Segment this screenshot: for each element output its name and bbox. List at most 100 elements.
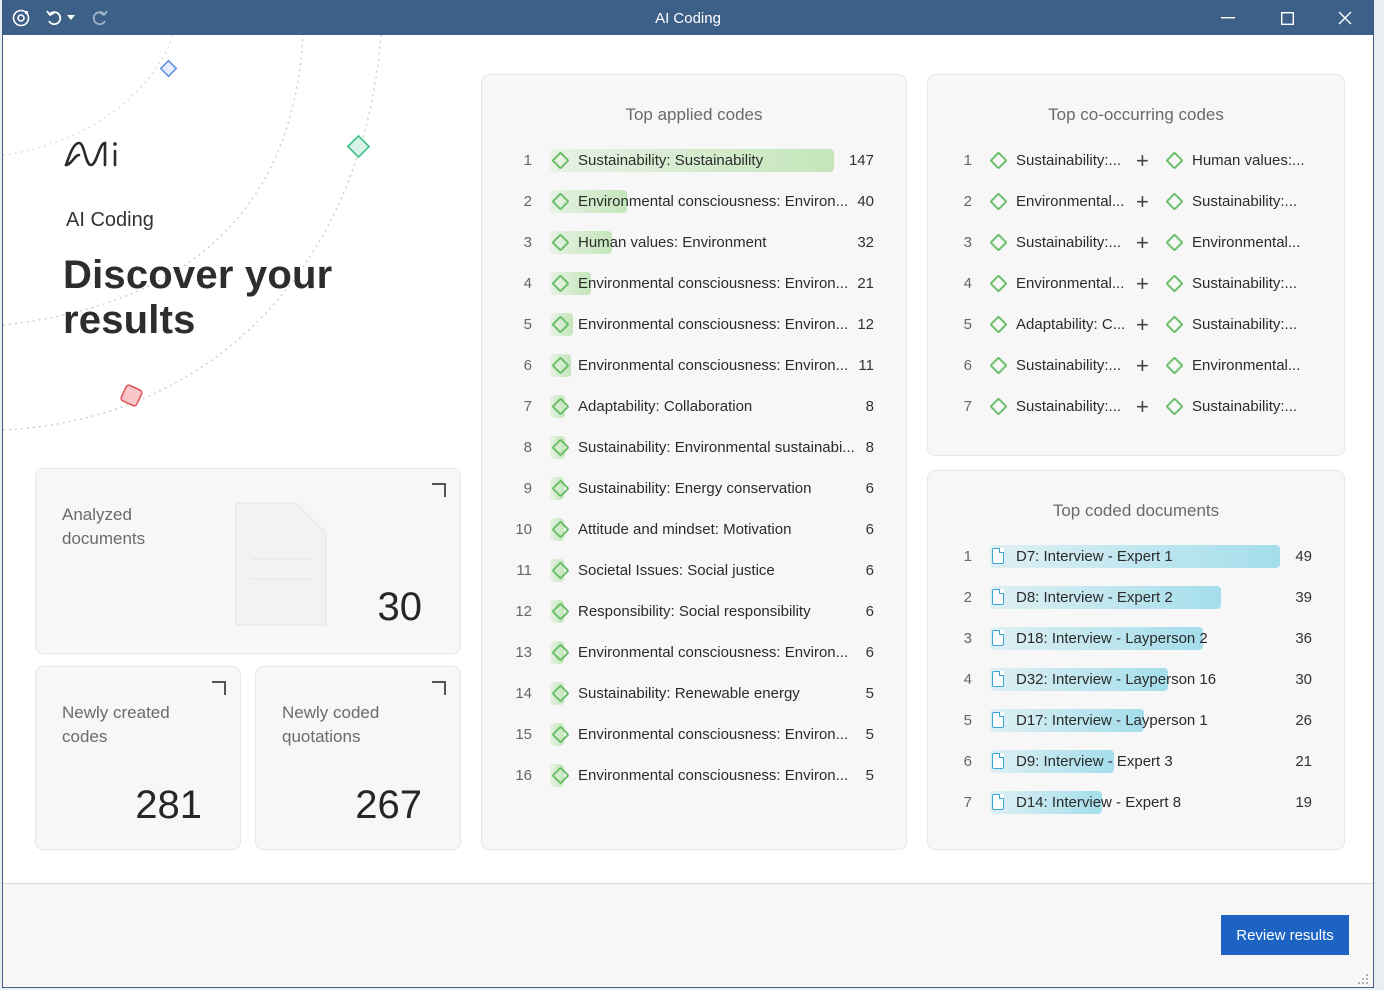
applied-code-row[interactable]: 3 Human values: Environment 32 bbox=[482, 229, 906, 257]
code-count: 147 bbox=[848, 152, 874, 169]
applied-code-row[interactable]: 13 Environmental consciousness: Environ..… bbox=[482, 639, 906, 667]
document-count: 39 bbox=[1295, 589, 1312, 606]
document-row[interactable]: 2 D8: Interview - Expert 2 39 bbox=[928, 584, 1344, 612]
applied-code-row[interactable]: 5 Environmental consciousness: Environ...… bbox=[482, 311, 906, 339]
row-rank: 10 bbox=[515, 521, 532, 538]
code-count: 6 bbox=[865, 480, 874, 497]
applied-code-row[interactable]: 7 Adaptability: Collaboration 8 bbox=[482, 393, 906, 421]
code-count: 6 bbox=[865, 562, 874, 579]
row-rank: 3 bbox=[963, 630, 972, 647]
document-label: D32: Interview - Layperson 16 bbox=[1016, 671, 1217, 688]
analyzed-documents-card[interactable]: Analyzed documents 30 bbox=[35, 468, 461, 654]
document-icon bbox=[992, 712, 1004, 728]
code-a-label: Sustainability:... bbox=[1016, 357, 1122, 374]
orbit-decoration bbox=[3, 35, 382, 431]
window-title: AI Coding bbox=[655, 10, 721, 27]
document-row[interactable]: 4 D32: Interview - Layperson 16 30 bbox=[928, 666, 1344, 694]
row-rank: 15 bbox=[515, 726, 532, 743]
footer-bar: Review results bbox=[3, 883, 1373, 987]
code-b-label: Environmental... bbox=[1192, 357, 1301, 374]
applied-code-row[interactable]: 1 Sustainability: Sustainability 147 bbox=[482, 147, 906, 175]
expand-corner-icon bbox=[432, 483, 446, 497]
analyzed-documents-value: 30 bbox=[377, 585, 423, 629]
code-label: Sustainability: Environmental sustainabi… bbox=[578, 439, 855, 456]
applied-code-row[interactable]: 9 Sustainability: Energy conservation 6 bbox=[482, 475, 906, 503]
review-results-button[interactable]: Review results bbox=[1221, 915, 1349, 955]
code-b-label: Sustainability:... bbox=[1192, 193, 1298, 210]
code-diamond-icon bbox=[989, 315, 1008, 334]
row-rank: 9 bbox=[523, 480, 532, 497]
code-count: 12 bbox=[857, 316, 874, 333]
document-icon bbox=[992, 589, 1004, 605]
plus-icon: + bbox=[1136, 271, 1149, 296]
code-b-label: Sustainability:... bbox=[1192, 316, 1298, 333]
cooccurrence-row[interactable]: 7 Sustainability:... + Sustainability:... bbox=[928, 393, 1344, 421]
row-rank: 5 bbox=[963, 712, 972, 729]
row-rank: 4 bbox=[963, 275, 972, 292]
code-diamond-icon bbox=[1165, 315, 1184, 334]
code-count: 8 bbox=[865, 398, 874, 415]
minimize-button[interactable] bbox=[1199, 1, 1257, 35]
row-rank: 14 bbox=[515, 685, 532, 702]
title-bar: AI Coding bbox=[3, 1, 1373, 35]
newly-coded-quotations-card[interactable]: Newly coded quotations 267 bbox=[255, 666, 461, 850]
code-diamond-icon bbox=[1165, 356, 1184, 375]
code-a-label: Sustainability:... bbox=[1016, 152, 1122, 169]
row-rank: 2 bbox=[963, 589, 972, 606]
document-row[interactable]: 3 D18: Interview - Layperson 2 36 bbox=[928, 625, 1344, 653]
code-diamond-icon bbox=[1165, 274, 1184, 293]
row-rank: 16 bbox=[515, 767, 532, 784]
code-label: Environmental consciousness: Environ... bbox=[578, 726, 849, 743]
applied-code-row[interactable]: 10 Attitude and mindset: Motivation 6 bbox=[482, 516, 906, 544]
document-row[interactable]: 6 D9: Interview - Expert 3 21 bbox=[928, 748, 1344, 776]
applied-code-row[interactable]: 4 Environmental consciousness: Environ...… bbox=[482, 270, 906, 298]
code-diamond-icon bbox=[989, 192, 1008, 211]
resize-grip-icon[interactable] bbox=[1357, 973, 1369, 985]
maximize-button[interactable] bbox=[1258, 1, 1316, 35]
applied-code-row[interactable]: 11 Societal Issues: Social justice 6 bbox=[482, 557, 906, 585]
applied-code-row[interactable]: 2 Environmental consciousness: Environ...… bbox=[482, 188, 906, 216]
close-button[interactable] bbox=[1316, 1, 1373, 35]
code-count: 5 bbox=[865, 767, 874, 784]
analyzed-documents-label: Analyzed documents bbox=[62, 505, 146, 548]
code-diamond-icon bbox=[989, 397, 1008, 416]
document-icon bbox=[992, 794, 1004, 810]
cooccurrence-row[interactable]: 2 Environmental... + Sustainability:... bbox=[928, 188, 1344, 216]
code-b-label: Sustainability:... bbox=[1192, 398, 1298, 415]
row-rank: 6 bbox=[963, 753, 972, 770]
newly-created-codes-card[interactable]: Newly created codes 281 bbox=[35, 666, 241, 850]
cooccurrence-row[interactable]: 6 Sustainability:... + Environmental... bbox=[928, 352, 1344, 380]
applied-code-row[interactable]: 12 Responsibility: Social responsibility 6 bbox=[482, 598, 906, 626]
document-icon bbox=[992, 753, 1004, 769]
top-applied-codes-panel: Top applied codes 1 Sustainability: Susta… bbox=[481, 74, 907, 850]
document-row[interactable]: 1 D7: Interview - Expert 1 49 bbox=[928, 543, 1344, 571]
cooccurrence-row[interactable]: 5 Adaptability: C... + Sustainability:... bbox=[928, 311, 1344, 339]
code-count: 6 bbox=[865, 603, 874, 620]
cooccurrence-row[interactable]: 1 Sustainability:... + Human values:... bbox=[928, 147, 1344, 175]
applied-code-row[interactable]: 8 Sustainability: Environmental sustainab… bbox=[482, 434, 906, 462]
newly-coded-quotations-label: Newly coded quotations bbox=[282, 703, 380, 746]
code-diamond-icon bbox=[1165, 151, 1184, 170]
document-count: 19 bbox=[1295, 794, 1312, 811]
code-diamond-icon bbox=[989, 356, 1008, 375]
document-row[interactable]: 7 D14: Interview - Expert 8 19 bbox=[928, 789, 1344, 817]
applied-code-row[interactable]: 14 Sustainability: Renewable energy 5 bbox=[482, 680, 906, 708]
code-a-label: Sustainability:... bbox=[1016, 234, 1122, 251]
applied-code-row[interactable]: 16 Environmental consciousness: Environ..… bbox=[482, 762, 906, 790]
expand-corner-icon bbox=[212, 681, 226, 695]
code-diamond-icon bbox=[989, 151, 1008, 170]
code-label: Environmental consciousness: Environ... bbox=[578, 275, 849, 292]
document-count: 49 bbox=[1295, 548, 1312, 565]
code-diamond-icon bbox=[989, 233, 1008, 252]
cooccurrence-row[interactable]: 4 Environmental... + Sustainability:... bbox=[928, 270, 1344, 298]
row-rank: 1 bbox=[963, 152, 972, 169]
code-count: 6 bbox=[865, 521, 874, 538]
code-label: Environmental consciousness: Environ... bbox=[578, 193, 849, 210]
row-rank: 4 bbox=[963, 671, 972, 688]
document-icon bbox=[992, 630, 1004, 646]
document-row[interactable]: 5 D17: Interview - Layperson 1 26 bbox=[928, 707, 1344, 735]
applied-code-row[interactable]: 6 Environmental consciousness: Environ...… bbox=[482, 352, 906, 380]
applied-code-row[interactable]: 15 Environmental consciousness: Environ..… bbox=[482, 721, 906, 749]
hero-section: AI Coding Discover your results bbox=[3, 35, 473, 455]
cooccurrence-row[interactable]: 3 Sustainability:... + Environmental... bbox=[928, 229, 1344, 257]
